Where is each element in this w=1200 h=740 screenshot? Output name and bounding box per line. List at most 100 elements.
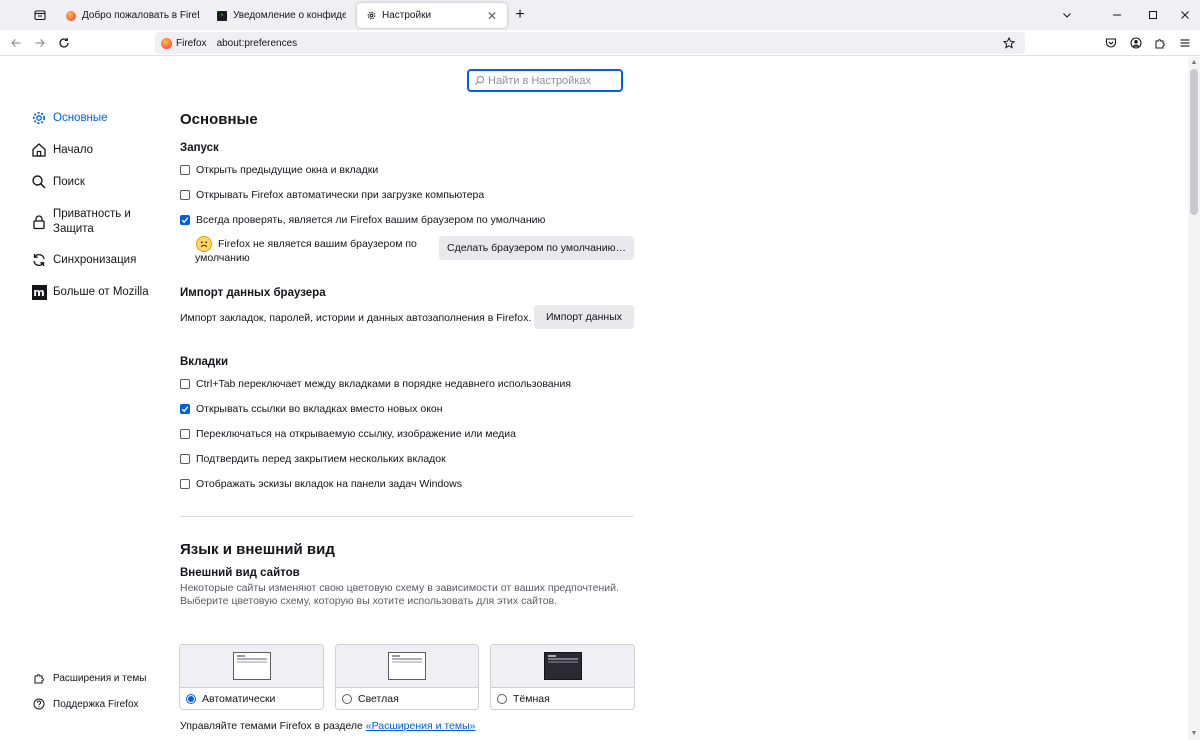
tab-title: Добро пожаловать в Firefox [82,10,199,21]
checkbox-label: Всегда проверять, является ли Firefox ва… [196,213,546,226]
plus-icon: + [515,6,525,23]
startup-restore-session-checkbox[interactable]: Открыть предыдущие окна и вкладки [180,157,634,182]
firefox-view-button[interactable] [28,4,52,26]
sidebar-item-privacy[interactable]: Приватность и Защита [30,205,170,237]
arrow-left-icon [11,39,21,47]
theme-card-auto[interactable]: Автоматически [179,644,324,710]
theme-picker: Автоматически Светлая Тёмная [179,644,635,710]
reload-button[interactable] [54,33,74,53]
import-data-button[interactable]: Импорт данных [534,305,634,329]
default-notice-line2: умолчанию [195,252,250,264]
star-icon [1003,37,1015,49]
radio-selected[interactable] [186,694,196,704]
section-heading-import: Импорт данных браузера [180,287,326,299]
scrollbar[interactable]: ▲ ▼ [1188,57,1200,740]
home-icon [30,141,48,159]
checkbox[interactable] [180,478,190,489]
tab-strip: Добро пожаловать в Firefox › Уведомление… [0,0,1200,30]
tab-title: Настройки [382,10,432,21]
url-text[interactable]: about:preferences [217,38,298,49]
make-default-button[interactable]: Сделать браузером по умолчанию… [439,236,634,260]
appearance-description-line1: Некоторые сайты изменяют свою цветовую с… [180,582,619,594]
extensions-button[interactable] [1151,34,1169,52]
manage-themes-label: Управляйте темами Firefox в разделе [180,720,366,732]
checkbox[interactable] [180,378,190,389]
new-tab-button[interactable]: + [510,5,530,25]
radio[interactable] [497,694,507,704]
theme-label: Светлая [358,693,399,705]
chevron-down-icon [1063,13,1071,18]
forward-button[interactable] [30,33,50,53]
scroll-down-icon[interactable]: ▼ [1190,730,1198,738]
theme-option-label: Тёмная [491,688,634,709]
scrollbar-thumb[interactable] [1190,69,1198,215]
sidebar-item-search[interactable]: Поиск [30,173,170,191]
app-menu-button[interactable] [1176,34,1194,52]
tab-welcome[interactable]: Добро пожаловать в Firefox [57,3,207,28]
default-notice-line1: Firefox не является вашим браузером по [218,238,417,250]
sidebar-item-home[interactable]: Начало [30,141,170,159]
theme-label: Автоматически [202,693,276,705]
search-input[interactable]: Найти в Настройках [467,69,623,92]
search-icon [30,173,48,191]
startup-check-default-checkbox[interactable]: Всегда проверять, является ли Firefox ва… [180,207,634,232]
ctrl-tab-cycles-checkbox[interactable]: Ctrl+Tab переключает между вкладками в п… [180,371,634,396]
default-browser-notice: Firefox не является вашим браузером по у… [180,234,634,270]
checkbox-checked[interactable] [180,403,190,414]
sidebar-footer-support[interactable]: Поддержка Firefox [32,697,172,711]
mozilla-icon: m [31,284,47,300]
firefox-icon [65,10,77,22]
theme-card-dark[interactable]: Тёмная [490,644,635,710]
minimize-button[interactable] [1107,5,1127,25]
search-placeholder: Найти в Настройках [488,74,591,87]
startup-autolaunch-checkbox[interactable]: Открывать Firefox автоматически при загр… [180,182,634,207]
close-window-button[interactable] [1175,5,1195,25]
tab-settings[interactable]: Настройки ✕ [357,3,507,28]
back-button[interactable] [6,33,26,53]
sidebar-item-label: Синхронизация [53,254,137,266]
checkbox[interactable] [180,164,190,175]
checkbox-label: Переключаться на открываемую ссылку, изо… [196,427,516,440]
switch-to-media-checkbox[interactable]: Переключаться на открываемую ссылку, изо… [180,421,634,446]
warn-close-multiple-checkbox[interactable]: Подтвердить перед закрытием нескольких в… [180,446,634,471]
sidebar-item-general[interactable]: Основные [30,109,170,127]
light-theme-preview-icon [388,652,426,680]
url-bar[interactable]: Firefox about:preferences [155,32,1025,54]
sidebar-footer-addons[interactable]: Расширения и темы [32,671,172,685]
theme-card-light[interactable]: Светлая [335,644,479,710]
close-icon [1181,11,1189,19]
open-links-in-tabs-checkbox[interactable]: Открывать ссылки во вкладках вместо новы… [180,396,634,421]
radio[interactable] [342,694,352,704]
tab-privacy-notice[interactable]: › Уведомление о конфиденциальности [208,3,354,28]
sad-face-icon [196,236,212,252]
pocket-icon [1105,38,1117,48]
sidebar-item-more-from-mozilla[interactable]: m Больше от Mozilla [30,283,170,301]
addons-link[interactable]: «Расширения и темы» [366,720,476,732]
list-all-tabs-button[interactable] [1057,5,1077,25]
scroll-up-icon[interactable]: ▲ [1190,59,1198,67]
account-button[interactable] [1127,34,1145,52]
checkbox[interactable] [180,428,190,439]
checkbox[interactable] [180,189,190,200]
help-icon [32,697,46,711]
sidebar-item-sync[interactable]: Синхронизация [30,251,170,269]
pocket-button[interactable] [1102,34,1120,52]
gear-icon [30,109,48,127]
lock-icon [30,213,48,231]
import-description: Импорт закладок, паролей, истории и данн… [180,312,532,324]
close-tab-icon[interactable]: ✕ [485,9,499,23]
bookmark-star-button[interactable] [1001,35,1017,51]
theme-option-label: Автоматически [180,688,323,709]
maximize-button[interactable] [1143,5,1163,25]
reload-icon [59,38,69,48]
puzzle-icon [1155,39,1165,49]
footer-link-label: Поддержка Firefox [53,698,139,710]
tab-title: Уведомление о конфиденциальности [233,10,346,21]
hamburger-icon [1180,39,1190,47]
identity-box[interactable]: Firefox [155,34,213,52]
taskbar-previews-checkbox[interactable]: Отображать эскизы вкладок на панели зада… [180,471,634,496]
checkbox-checked[interactable] [180,214,190,225]
theme-label: Тёмная [513,693,550,705]
checkbox[interactable] [180,453,190,464]
firefox-icon [161,37,172,49]
